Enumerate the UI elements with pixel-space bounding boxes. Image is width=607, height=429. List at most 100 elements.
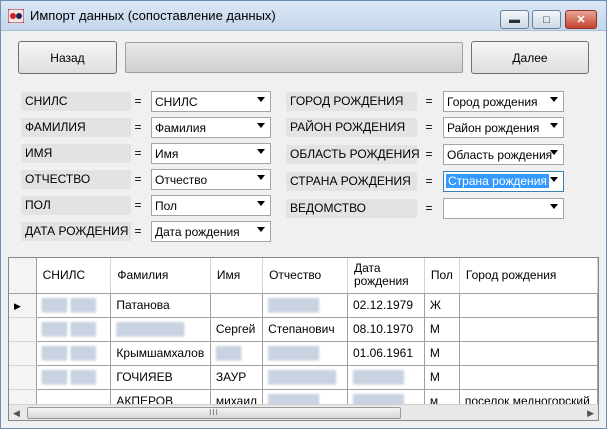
scroll-thumb[interactable]: III — [27, 407, 401, 419]
column-header-birth-city[interactable]: Город рождения — [459, 258, 598, 294]
table-cell[interactable]: ██████ — [262, 341, 348, 366]
import-window: Импорт данных (сопоставление данных) ▬ □… — [0, 0, 607, 429]
table-cell[interactable] — [459, 341, 598, 366]
column-header-patronymic[interactable]: Отчество — [262, 258, 348, 294]
table-cell[interactable]: Сергей — [210, 317, 264, 342]
column-header-snils[interactable]: СНИЛС — [36, 258, 112, 294]
table-row[interactable]: ███ ███ ГОЧИЯЕВ ЗАУР ████████ ██████ М — [9, 365, 598, 390]
combo-snils[interactable]: СНИЛС — [151, 91, 271, 112]
combo-birth-district[interactable]: Район рождения — [443, 117, 564, 138]
field-label-name: ИМЯ — [21, 144, 131, 163]
row-header[interactable] — [9, 341, 37, 366]
scroll-left-icon[interactable]: ◀ — [13, 408, 20, 419]
combo-value: Район рождения — [447, 121, 540, 135]
horizontal-scrollbar[interactable]: ◀ III ▶ — [9, 404, 598, 420]
redacted-value: ████████ — [268, 370, 337, 384]
table-cell[interactable] — [459, 317, 598, 342]
scroll-right-icon[interactable]: ▶ — [587, 408, 594, 419]
combo-value: Отчество — [155, 173, 208, 187]
dropdown-arrow-icon[interactable] — [257, 97, 265, 102]
column-header-gender[interactable]: Пол — [424, 258, 460, 294]
close-button[interactable]: ✕ — [565, 10, 597, 29]
table-cell[interactable]: М — [424, 365, 460, 390]
table-cell[interactable]: М — [424, 341, 460, 366]
dropdown-arrow-icon[interactable] — [257, 123, 265, 128]
dropdown-arrow-icon[interactable] — [550, 177, 558, 182]
row-header[interactable] — [9, 365, 37, 390]
row-header[interactable] — [9, 317, 37, 342]
table-cell[interactable]: Крымшамхалов — [110, 341, 211, 366]
equals-sign: = — [425, 94, 433, 108]
combo-value: Страна рождения — [446, 174, 549, 188]
column-header-name[interactable]: Имя — [210, 258, 264, 294]
table-cell[interactable]: ███ — [210, 341, 264, 366]
equals-sign: = — [134, 224, 142, 238]
dropdown-arrow-icon[interactable] — [550, 123, 558, 128]
equals-sign: = — [425, 201, 433, 215]
table-cell[interactable]: ГОЧИЯЕВ — [110, 365, 211, 390]
equals-sign: = — [134, 172, 142, 186]
table-cell[interactable]: 08.10.1970 — [347, 317, 425, 342]
field-label-birth-city: ГОРОД РОЖДЕНИЯ — [286, 92, 417, 111]
next-button[interactable]: Далее — [471, 41, 589, 74]
field-label-gender: ПОЛ — [21, 196, 131, 215]
combo-birth-region[interactable]: Область рождения — [443, 144, 564, 165]
dropdown-arrow-icon[interactable] — [550, 204, 558, 209]
table-cell[interactable]: Степанович — [262, 317, 348, 342]
table-cell[interactable] — [459, 365, 598, 390]
combo-birth-country[interactable]: Страна рождения — [443, 171, 564, 192]
window-title: Импорт данных (сопоставление данных) — [30, 8, 276, 23]
combo-gender[interactable]: Пол — [151, 195, 271, 216]
table-row[interactable]: ███ ███ Крымшамхалов ███ ██████ 01.06.19… — [9, 341, 598, 366]
table-cell[interactable]: ██████ — [347, 365, 425, 390]
field-label-department: ВЕДОМСТВО — [286, 199, 417, 218]
back-button[interactable]: Назад — [18, 41, 117, 74]
field-label-birthdate: ДАТА РОЖДЕНИЯ — [21, 222, 131, 241]
combo-surname[interactable]: Фамилия — [151, 117, 271, 138]
equals-sign: = — [425, 147, 433, 161]
dropdown-arrow-icon[interactable] — [550, 150, 558, 155]
dropdown-arrow-icon[interactable] — [257, 201, 265, 206]
progress-bar — [125, 42, 463, 73]
table-cell[interactable]: ███ ███ — [36, 317, 112, 342]
table-cell[interactable]: ████████ — [110, 317, 211, 342]
column-header-birthdate[interactable]: Дата рождения — [347, 258, 425, 294]
row-header-corner — [9, 258, 37, 294]
equals-sign: = — [425, 174, 433, 188]
table-row[interactable]: ███ ███ ████████ Сергей Степанович 08.10… — [9, 317, 598, 342]
table-cell[interactable] — [210, 293, 264, 318]
table-cell[interactable]: ██████ — [262, 293, 348, 318]
app-icon — [8, 9, 24, 23]
table-cell[interactable]: ███ ███ — [36, 341, 112, 366]
redacted-value: ███ ███ — [41, 298, 96, 312]
table-cell[interactable]: ████████ — [262, 365, 348, 390]
combo-birth-city[interactable]: Город рождения — [443, 91, 564, 112]
column-header-surname[interactable]: Фамилия — [110, 258, 211, 294]
minimize-button[interactable]: ▬ — [500, 10, 529, 29]
table-row[interactable]: ▶ ███ ███ Патанова ██████ 02.12.1979 Ж — [9, 293, 598, 318]
data-grid[interactable]: СНИЛС Фамилия Имя Отчество Дата рождения… — [8, 257, 599, 421]
table-cell[interactable]: 02.12.1979 — [347, 293, 425, 318]
dropdown-arrow-icon[interactable] — [550, 97, 558, 102]
dropdown-arrow-icon[interactable] — [257, 175, 265, 180]
table-cell[interactable]: Патанова — [110, 293, 211, 318]
grid-header-row: СНИЛС Фамилия Имя Отчество Дата рождения… — [9, 258, 598, 294]
row-header[interactable]: ▶ — [9, 293, 37, 318]
table-cell[interactable]: ЗАУР — [210, 365, 264, 390]
grip-icon: III — [209, 408, 219, 417]
table-cell[interactable]: ███ ███ — [36, 365, 112, 390]
combo-patronymic[interactable]: Отчество — [151, 169, 271, 190]
dropdown-arrow-icon[interactable] — [257, 227, 265, 232]
combo-birthdate[interactable]: Дата рождения — [151, 221, 271, 242]
combo-name[interactable]: Имя — [151, 143, 271, 164]
table-cell[interactable]: ███ ███ — [36, 293, 112, 318]
minimize-icon: ▬ — [509, 13, 520, 26]
table-cell[interactable]: Ж — [424, 293, 460, 318]
table-cell[interactable]: М — [424, 317, 460, 342]
dropdown-arrow-icon[interactable] — [257, 149, 265, 154]
combo-department[interactable] — [443, 198, 564, 219]
table-cell[interactable] — [459, 293, 598, 318]
table-cell[interactable]: 01.06.1961 — [347, 341, 425, 366]
maximize-button[interactable]: □ — [532, 10, 561, 29]
equals-sign: = — [134, 198, 142, 212]
